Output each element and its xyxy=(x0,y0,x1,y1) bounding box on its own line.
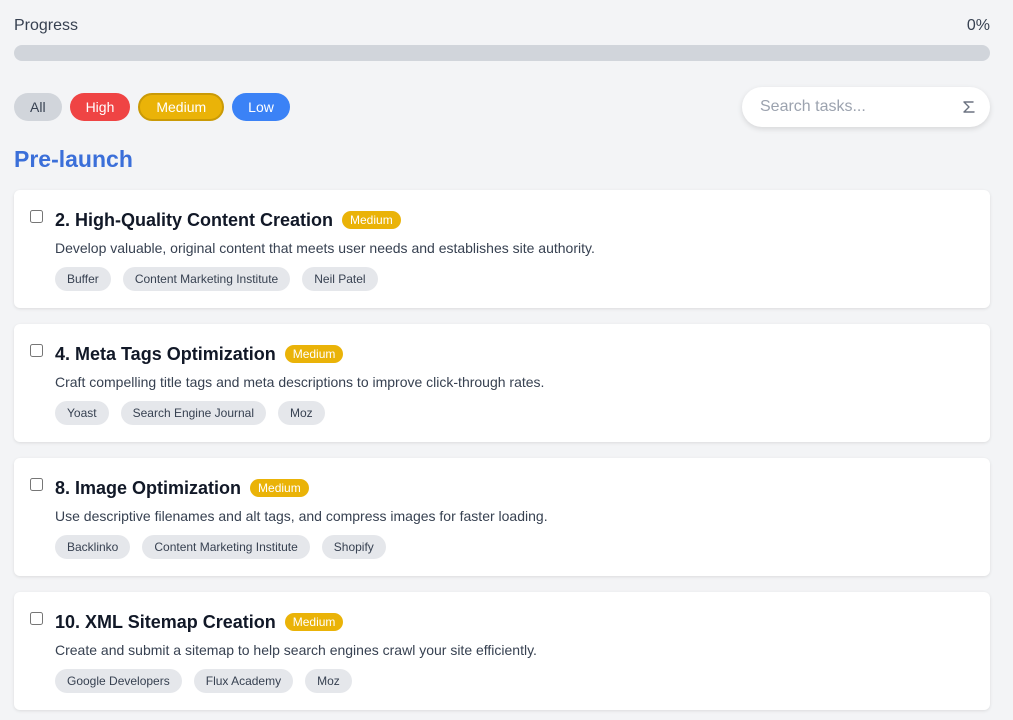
task-page: Progress 0% All High Medium Low Pre-laun… xyxy=(14,0,990,710)
progress-percent: 0% xyxy=(966,17,990,34)
task-description: Craft compelling title tags and meta des… xyxy=(55,374,545,390)
task-checkbox[interactable] xyxy=(30,478,43,491)
filter-all-button[interactable]: All xyxy=(14,93,62,121)
task-card: 10. XML Sitemap Creation Medium Create a… xyxy=(14,592,990,710)
resource-tag[interactable]: Search Engine Journal xyxy=(120,401,267,425)
priority-badge: Medium xyxy=(250,479,309,497)
section-title: Pre-launch xyxy=(14,146,133,172)
task-title: 2. High-Quality Content Creation xyxy=(55,209,334,230)
priority-badge: Medium xyxy=(284,613,344,631)
task-card: 8. Image Optimization Medium Use descrip… xyxy=(14,458,990,576)
sort-icon[interactable] xyxy=(962,99,976,115)
filter-medium-button[interactable]: Medium xyxy=(138,93,225,121)
task-title: 10. XML Sitemap Creation xyxy=(55,611,276,632)
resource-tag[interactable]: Google Developers xyxy=(55,669,182,693)
resource-tag[interactable]: Neil Patel xyxy=(302,267,378,291)
task-checkbox[interactable] xyxy=(30,344,43,357)
task-card: 2. High-Quality Content Creation Medium … xyxy=(14,190,990,308)
progress-bar xyxy=(14,45,990,61)
filter-toolbar: All High Medium Low xyxy=(14,86,990,128)
task-checkbox[interactable] xyxy=(30,612,43,625)
task-description: Create and submit a sitemap to help sear… xyxy=(55,642,537,658)
task-tags: Buffer Content Marketing Institute Neil … xyxy=(55,267,974,291)
priority-badge: Medium xyxy=(342,211,401,229)
resource-tag[interactable]: Moz xyxy=(278,401,325,425)
resource-tag[interactable]: Flux Academy xyxy=(193,669,294,693)
task-description: Develop valuable, original content that … xyxy=(55,240,595,256)
task-title: 4. Meta Tags Optimization xyxy=(55,343,276,364)
priority-badge: Medium xyxy=(284,345,344,363)
task-title: 8. Image Optimization xyxy=(55,477,242,498)
search-input[interactable] xyxy=(758,97,952,117)
resource-tag[interactable]: Yoast xyxy=(55,401,109,425)
resource-tag[interactable]: Shopify xyxy=(321,535,386,559)
resource-tag[interactable]: Buffer xyxy=(55,267,111,291)
task-tags: Yoast Search Engine Journal Moz xyxy=(55,401,974,425)
resource-tag[interactable]: Content Marketing Institute xyxy=(142,535,310,559)
resource-tag[interactable]: Moz xyxy=(305,669,352,693)
task-checkbox[interactable] xyxy=(30,210,43,223)
priority-filters: All High Medium Low xyxy=(14,93,290,121)
task-tags: Backlinko Content Marketing Institute Sh… xyxy=(55,535,974,559)
resource-tag[interactable]: Backlinko xyxy=(55,535,131,559)
task-tags: Google Developers Flux Academy Moz xyxy=(55,669,974,693)
task-list: 2. High-Quality Content Creation Medium … xyxy=(14,190,990,710)
task-card: 4. Meta Tags Optimization Medium Craft c… xyxy=(14,324,990,442)
search-box xyxy=(742,87,990,127)
task-description: Use descriptive filenames and alt tags, … xyxy=(55,508,548,524)
resource-tag[interactable]: Content Marketing Institute xyxy=(122,267,291,291)
progress-label: Progress xyxy=(14,17,79,34)
progress-header: Progress 0% xyxy=(14,15,990,37)
filter-low-button[interactable]: Low xyxy=(232,93,290,121)
filter-high-button[interactable]: High xyxy=(69,93,131,121)
